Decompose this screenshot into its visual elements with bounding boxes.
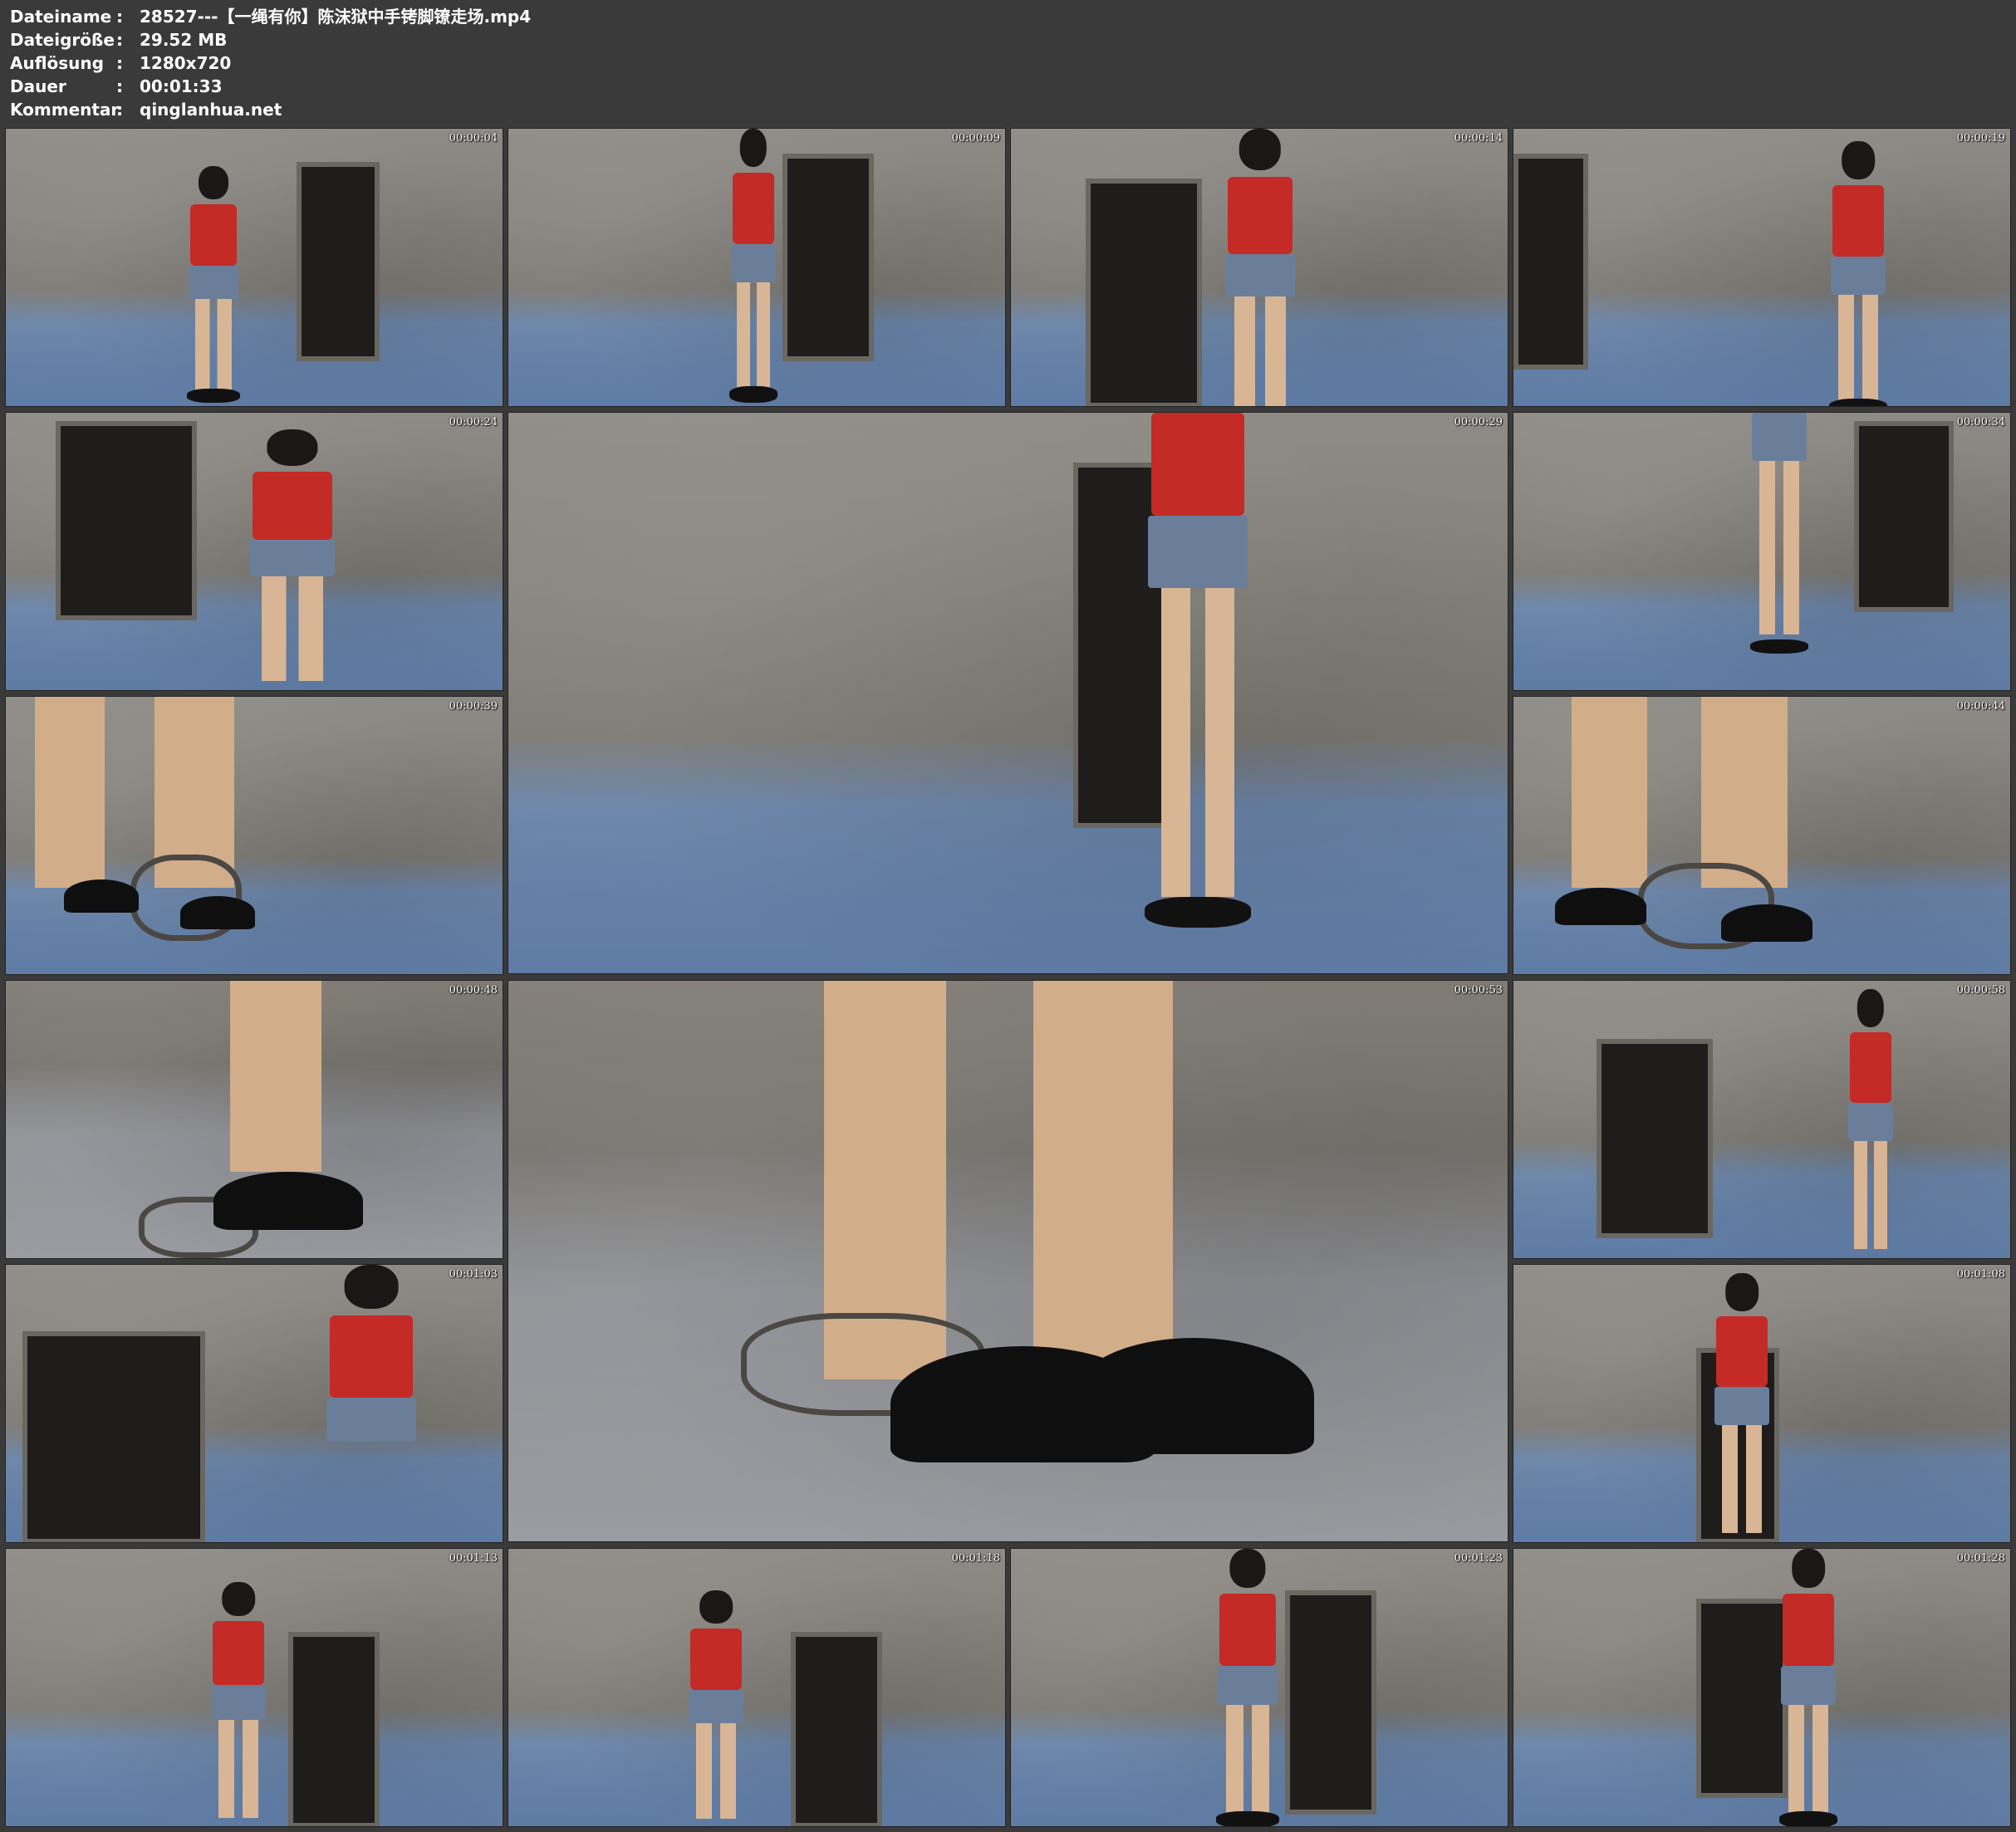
info-value: 28527---【一绳有你】陈沫狱中手铐脚镣走场.mp4 xyxy=(140,7,532,27)
frame-thumbnail: 00:00:19 xyxy=(1513,128,2011,407)
info-row-resolution: Auflösung : 1280x720 xyxy=(10,51,531,75)
info-value: 29.52 MB xyxy=(140,30,228,50)
frame-timestamp: 00:00:58 xyxy=(1956,984,2005,997)
frame-timestamp: 00:00:09 xyxy=(951,132,1000,145)
info-row-duration: Dauer : 00:01:33 xyxy=(10,75,531,98)
frame-thumbnail: 00:01:23 xyxy=(1010,1548,1508,1827)
person-figure xyxy=(1833,989,1908,1258)
info-sep: : xyxy=(116,76,123,96)
frame-timestamp: 00:01:28 xyxy=(1956,1552,2005,1565)
info-row-filename: Dateiname : 28527---【一绳有你】陈沫狱中手铐脚镣走场.mp4 xyxy=(10,5,531,28)
person-figure xyxy=(1812,141,1904,406)
frame-thumbnail: 00:01:03 xyxy=(5,1264,503,1543)
frame-thumbnail: 00:01:13 xyxy=(5,1548,503,1827)
frame-thumbnail: 00:01:08 xyxy=(1513,1264,2011,1543)
frame-thumbnail: 00:01:18 xyxy=(508,1548,1006,1827)
frame-timestamp: 00:00:19 xyxy=(1956,132,2005,145)
info-value: 00:01:33 xyxy=(140,76,223,96)
person-figure xyxy=(297,1265,446,1542)
person-figure xyxy=(1696,1273,1788,1542)
frame-timestamp: 00:00:04 xyxy=(449,132,498,145)
info-key: Dauer xyxy=(10,76,66,96)
info-value: 1280x720 xyxy=(140,53,232,73)
info-key: Dateiname xyxy=(10,7,112,27)
contact-sheet: Dateiname : 28527---【一绳有你】陈沫狱中手铐脚镣走场.mp4… xyxy=(0,0,2016,1832)
person-figure xyxy=(1115,413,1281,928)
frame-thumbnail: 00:00:48 xyxy=(5,980,503,1259)
frame-thumbnail: 00:00:58 xyxy=(1513,980,2011,1259)
frame-thumbnail-large: 00:00:53 xyxy=(508,980,1508,1542)
person-figure xyxy=(1734,413,1825,654)
frame-timestamp: 00:00:34 xyxy=(1956,416,2005,429)
frame-timestamp: 00:01:18 xyxy=(951,1552,1000,1565)
frame-timestamp: 00:01:08 xyxy=(1956,1268,2005,1281)
frame-thumbnail: 00:00:34 xyxy=(1513,412,2011,691)
person-figure xyxy=(1763,1549,1854,1826)
frame-thumbnail: 00:00:09 xyxy=(508,128,1006,407)
frame-timestamp: 00:00:24 xyxy=(449,416,498,429)
person-figure xyxy=(172,166,255,403)
frame-timestamp: 00:01:23 xyxy=(1454,1552,1503,1565)
frame-thumbnail: 00:00:04 xyxy=(5,128,503,407)
frame-timestamp: 00:01:03 xyxy=(449,1268,498,1281)
person-figure xyxy=(222,429,363,690)
person-figure xyxy=(193,1582,284,1826)
person-figure xyxy=(1202,129,1318,406)
frame-thumbnail-large: 00:00:29 xyxy=(508,412,1508,974)
info-value: qinglanhua.net xyxy=(140,100,282,120)
person-figure xyxy=(716,129,791,403)
info-row-comment: Kommentar : qinglanhua.net xyxy=(10,98,531,121)
frame-thumbnail: 00:00:39 xyxy=(5,696,503,975)
frame-timestamp: 00:00:29 xyxy=(1454,416,1503,429)
frame-timestamp: 00:00:53 xyxy=(1454,984,1503,997)
frame-thumbnail: 00:00:44 xyxy=(1513,696,2011,975)
info-sep: : xyxy=(116,53,123,73)
person-figure xyxy=(670,1590,762,1826)
frame-timestamp: 00:01:13 xyxy=(449,1552,498,1565)
info-sep: : xyxy=(116,7,123,27)
frame-timestamp: 00:00:14 xyxy=(1454,132,1503,145)
frame-timestamp: 00:00:39 xyxy=(449,700,498,713)
info-key: Auflösung xyxy=(10,53,104,73)
frame-timestamp: 00:00:44 xyxy=(1956,700,2005,713)
info-sep: : xyxy=(116,30,123,50)
frame-timestamp: 00:00:48 xyxy=(449,984,498,997)
frame-thumbnail: 00:00:14 xyxy=(1010,128,1508,407)
info-key: Dateigröße xyxy=(10,30,115,50)
frame-thumbnail: 00:01:28 xyxy=(1513,1548,2011,1827)
info-sep: : xyxy=(116,100,123,120)
file-info: Dateiname : 28527---【一绳有你】陈沫狱中手铐脚镣走场.mp4… xyxy=(10,5,531,121)
frame-thumbnail: 00:00:24 xyxy=(5,412,503,691)
info-row-filesize: Dateigröße : 29.52 MB xyxy=(10,28,531,51)
info-key: Kommentar xyxy=(10,100,120,120)
person-figure xyxy=(1198,1549,1297,1826)
